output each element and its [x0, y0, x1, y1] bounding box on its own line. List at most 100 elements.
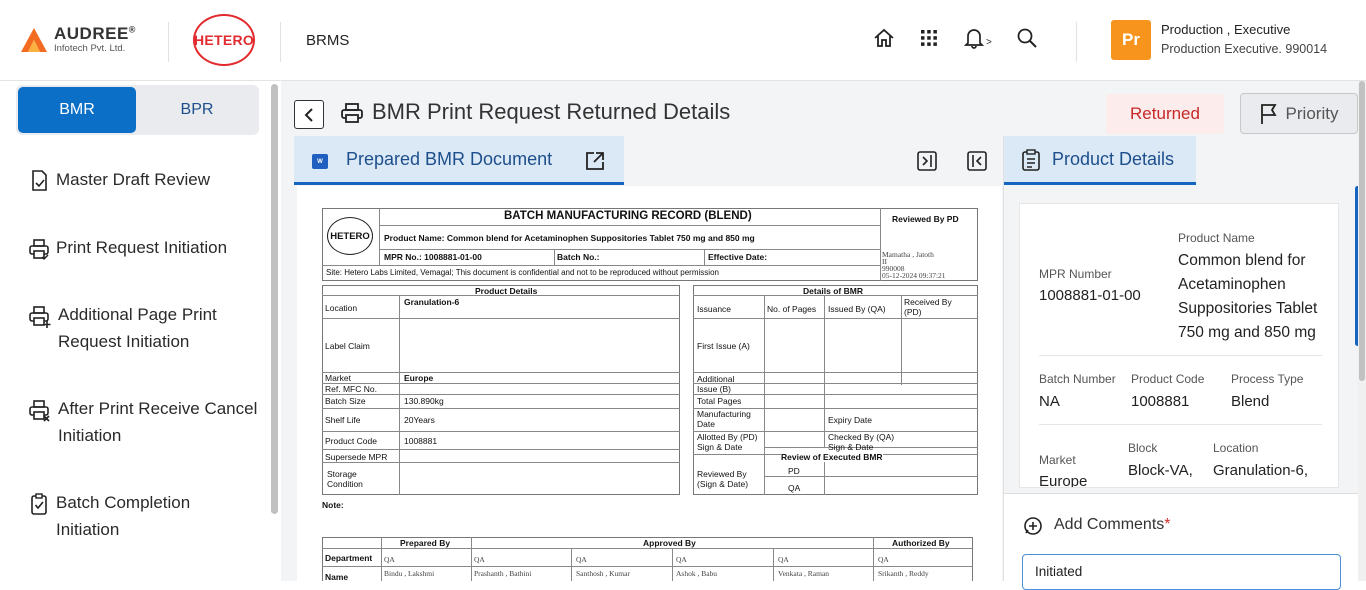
doc-batch-size-label: Batch Size [325, 396, 366, 406]
doc-sign-name: Santhosh , Kumar [576, 569, 630, 578]
sidebar-item-label: Additional Page Print [58, 305, 217, 324]
clipboard-list-icon [1022, 149, 1040, 171]
clipboard-check-icon [31, 493, 47, 515]
product-details-card: MPR Number 1008881-01-00 Product Name Co… [1019, 203, 1339, 488]
batch-number-label: Batch Number [1039, 372, 1116, 386]
home-icon[interactable] [870, 24, 898, 52]
sidebar-item-label: After Print Receive Cancel [58, 399, 258, 418]
sidebar-item-print-request-initiation[interactable]: Print Request Initiation [28, 234, 227, 261]
brand-name: AUDREE® [54, 24, 136, 43]
doc-reviewer-name: Mamatha , Jatoth [882, 250, 934, 259]
doc-received-by: Received By [904, 297, 952, 307]
page-title: BMR Print Request Returned Details [372, 99, 731, 124]
doc-mpr-no: MPR No.: 1008881-01-00 [384, 252, 482, 262]
doc-total-pages: Total Pages [697, 396, 742, 406]
sidebar-item-batch-completion[interactable]: Batch Completion Initiation [28, 489, 190, 543]
doc-sign-name: Prashanth , Bathini [474, 569, 532, 578]
doc-product-code-value: 1008881 [404, 436, 438, 446]
apps-grid-icon[interactable] [915, 24, 943, 52]
process-type-label: Process Type [1231, 372, 1304, 386]
avatar[interactable]: Pr [1111, 20, 1151, 60]
doc-department: Department [325, 553, 373, 563]
tab-prepared-bmr-document[interactable]: W Prepared BMR Document [294, 136, 624, 185]
product-code-value: 1008881 [1131, 393, 1190, 410]
chevron-left-icon [304, 107, 313, 122]
notification-expand[interactable]: > [986, 37, 992, 48]
comment-textarea[interactable]: Initiated [1022, 554, 1341, 590]
product-details-panel: Product Details MPR Number 1008881-01-00… [1003, 136, 1366, 590]
hetero-logo: HETERO [193, 14, 255, 66]
collapse-panel-icon[interactable] [967, 151, 987, 176]
doc-reviewed-by-label: Reviewed By [697, 469, 747, 479]
add-comment-icon [1024, 517, 1042, 535]
doc-bmr-details-title: Details of BMR [803, 286, 863, 296]
doc-name: Name [325, 572, 349, 581]
sidebar-item-master-draft-review[interactable]: Master Draft Review [28, 166, 210, 193]
sidebar-item-after-print-receive-cancel[interactable]: After Print Receive Cancel Initiation [28, 395, 257, 449]
sidebar-scrollbar[interactable] [271, 84, 278, 514]
product-name-label: Product Name [1178, 231, 1255, 245]
expand-panel-icon[interactable] [917, 151, 937, 176]
audree-logo[interactable] [20, 27, 48, 58]
sidebar-item-label: Initiation [56, 520, 120, 539]
doc-reviewer-timestamp: 05-12-2024 09:37:21 [882, 271, 946, 280]
doc-prepared-by: Prepared By [400, 538, 451, 548]
user-name: Production , Executive [1161, 22, 1291, 37]
doc-checked-sign: Sign & Date [828, 442, 874, 452]
page-scrollbar[interactable] [1359, 81, 1365, 381]
doc-expiry: Expiry Date [828, 415, 872, 425]
doc-market-value: Europe [404, 373, 434, 383]
tab-product-details[interactable]: Product Details [1004, 136, 1196, 185]
doc-sign-name: Ashok , Babu [676, 569, 718, 578]
doc-issued-by: Issued By (QA) [828, 304, 886, 314]
doc-label-claim: Label Claim [325, 341, 370, 351]
doc-sign-dept: QA [778, 555, 789, 564]
tab-bpr[interactable]: BPR [138, 87, 256, 133]
sidebar-item-label: Batch Completion [56, 493, 191, 512]
doc-effective-date: Effective Date: [708, 252, 768, 262]
block-label: Block [1128, 441, 1158, 455]
doc-sign-dept: QA [384, 555, 395, 564]
doc-shelf-life-label: Shelf Life [325, 415, 361, 425]
search-icon[interactable] [1013, 24, 1041, 52]
open-external-icon[interactable] [584, 150, 606, 177]
back-button[interactable] [294, 100, 324, 129]
doc-review-executed: Review of Executed BMR [781, 452, 883, 462]
mpr-number-value: 1008881-01-00 [1039, 287, 1141, 304]
comments-section: Add Comments* Initiated [1004, 493, 1359, 590]
sidebar-item-label: Request Initiation [58, 332, 190, 351]
doc-sign-name: Bindu , Lakshmi [384, 569, 435, 578]
page-scrollbar-track [1358, 81, 1366, 581]
doc-allotted-sign: Sign & Date [697, 442, 743, 452]
batch-number-value: NA [1039, 393, 1060, 410]
location-value: Granulation-6, [1213, 462, 1309, 479]
document-check-icon [32, 170, 47, 191]
printer-add-icon [29, 306, 51, 328]
tab-bmr[interactable]: BMR [18, 87, 136, 133]
doc-no-pages: No. of Pages [767, 304, 817, 314]
printer-icon [340, 101, 364, 130]
product-name-value: Common blend for Acetaminophen Supposito… [1178, 252, 1318, 341]
doc-review-pd: PD [788, 466, 800, 476]
sidebar-item-additional-page-print[interactable]: Additional Page Print Request Initiation [28, 301, 217, 355]
brand-subtitle: Infotech Pvt. Ltd. [54, 43, 126, 54]
app-name: BRMS [306, 32, 350, 49]
comment-text: Initiated [1035, 564, 1083, 579]
printer-cancel-icon [29, 400, 50, 422]
process-type-value: Blend [1231, 393, 1270, 410]
doc-mfg-date: Date [697, 419, 715, 429]
doc-batch-size-value: 130.890kg [404, 396, 444, 406]
doc-sign-dept: QA [676, 555, 687, 564]
bmr-bpr-toggle: BMR BPR [16, 85, 259, 135]
mpr-number-label: MPR Number [1039, 267, 1112, 281]
doc-reviewed-by: Reviewed By PD [892, 214, 959, 224]
doc-issuance: Issuance [697, 304, 732, 314]
doc-additional: Additional [697, 374, 735, 384]
notification-bell-icon[interactable] [960, 24, 988, 52]
product-code-label: Product Code [1131, 372, 1205, 386]
priority-button[interactable]: Priority [1240, 93, 1358, 134]
doc-product-code-label: Product Code [325, 436, 377, 446]
doc-received-by-pd: (PD) [904, 307, 922, 317]
doc-title: BATCH MANUFACTURING RECORD (BLEND) [504, 210, 752, 222]
word-document-icon: W [312, 154, 328, 169]
